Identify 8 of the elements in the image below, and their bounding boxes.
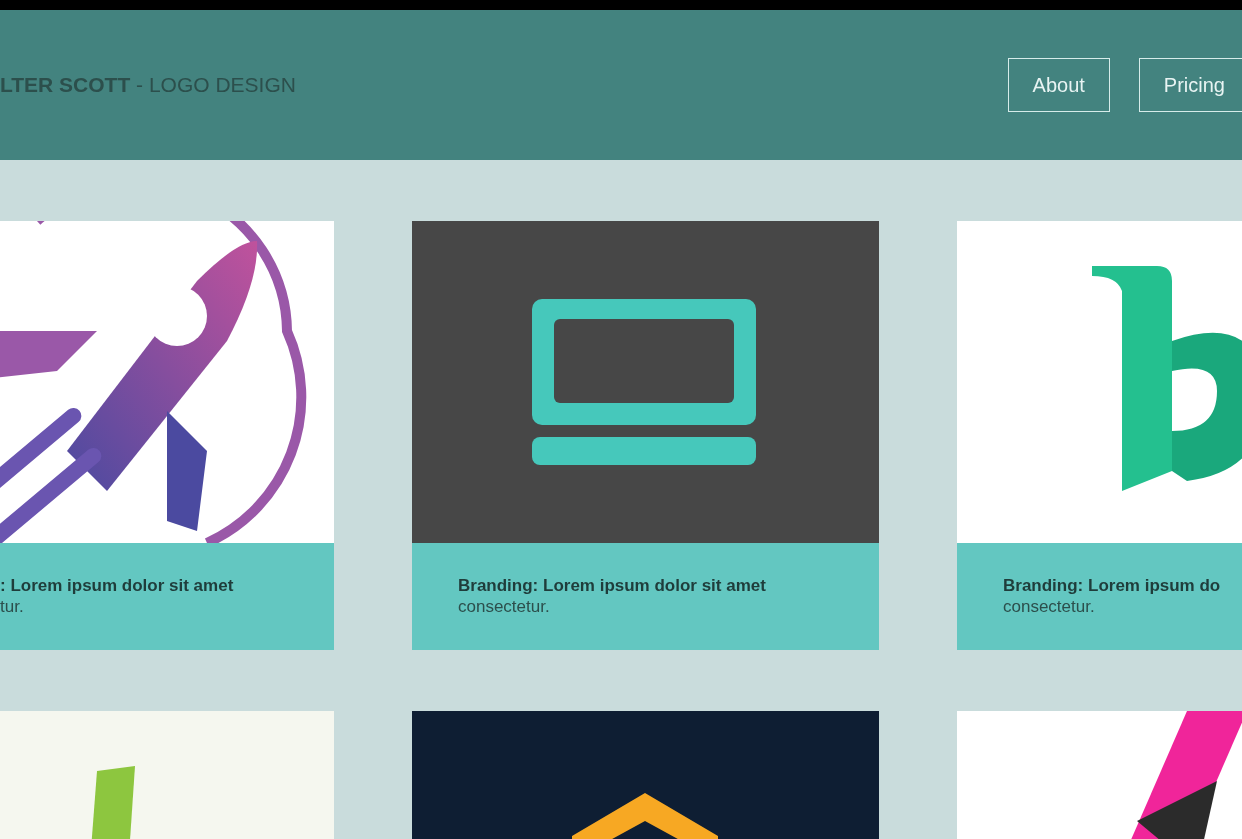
card-title: Branding: Lorem ipsum dolor sit amet <box>458 575 767 597</box>
card-subtitle: tur. <box>0 597 25 617</box>
nav-link[interactable]: Pricing <box>1138 58 1242 112</box>
card-title: : Lorem ipsum dolor sit amet <box>0 575 235 597</box>
card-title: Branding: Lorem ipsum do <box>1003 575 1222 597</box>
card-subtitle: consectetur. <box>458 597 551 617</box>
card-subtitle: consectetur. <box>1003 597 1096 617</box>
nav-link[interactable]: About <box>1007 58 1110 112</box>
